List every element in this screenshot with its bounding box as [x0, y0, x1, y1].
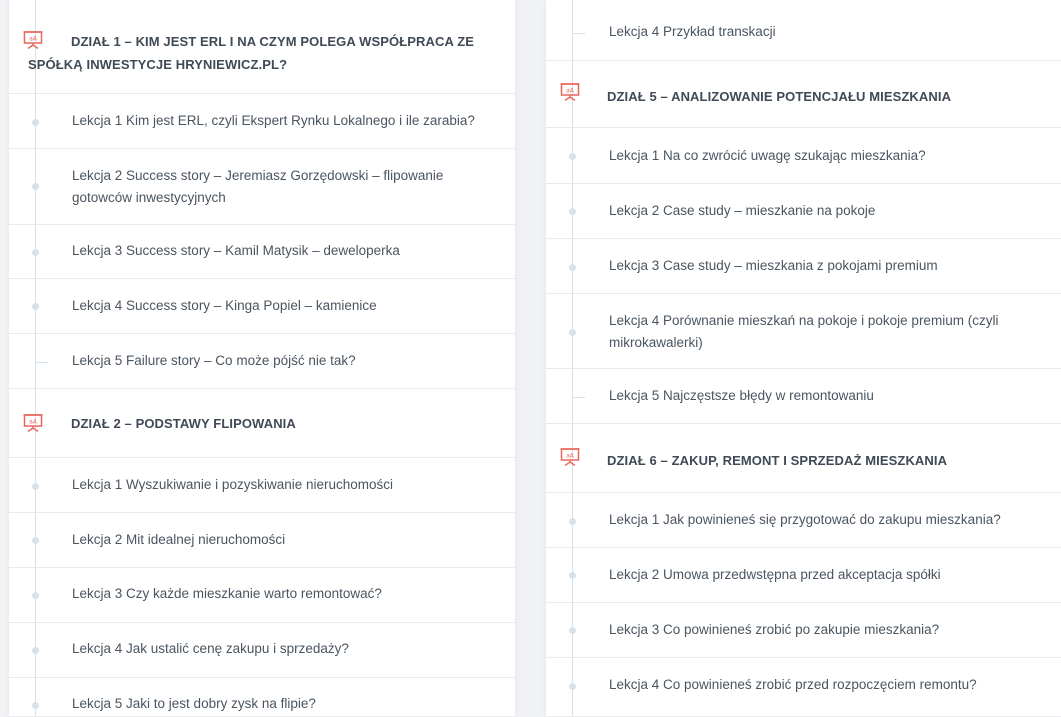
lesson-item[interactable]: Lekcja 5 Najczęstsze błędy w remontowani… [546, 368, 1061, 424]
tree-dot [32, 537, 39, 544]
tree-dot [569, 518, 576, 525]
tree-dot [569, 208, 576, 215]
lesson-label: Lekcja 5 Failure story – Co może pójść n… [72, 353, 356, 368]
lesson-label: Lekcja 4 Przykład transkacji [609, 24, 776, 39]
lesson-item[interactable]: Lekcja 3 Case study – mieszkania z pokoj… [546, 238, 1061, 294]
tree-dot [569, 683, 576, 690]
lesson-item[interactable]: Lekcja 3 Success story – Kamil Matysik –… [9, 224, 515, 279]
tree-dot [569, 627, 576, 634]
tree-dot [569, 153, 576, 160]
lesson-item[interactable]: Lekcja 4 Porównanie mieszkań na pokoje i… [546, 293, 1061, 369]
tree-dot [32, 183, 39, 190]
tree-dot [32, 119, 39, 126]
lesson-item[interactable]: Lekcja 2 Case study – mieszkanie na poko… [546, 183, 1061, 239]
lesson-label: Lekcja 2 Case study – mieszkanie na poko… [609, 203, 876, 218]
lesson-label: Lekcja 2 Mit idealnej nieruchomości [72, 532, 286, 547]
tree-dot [569, 329, 576, 336]
lesson-item[interactable]: Lekcja 1 Na co zwrócić uwagę szukając mi… [546, 127, 1061, 184]
lesson-label: Lekcja 3 Czy każde mieszkanie warto remo… [72, 586, 382, 601]
lesson-label: Lekcja 5 Najczęstsze błędy w remontowani… [609, 388, 874, 403]
lesson-label: Lekcja 5 Jaki to jest dobry zysk na flip… [72, 696, 316, 711]
tree-dot [32, 647, 39, 654]
lesson-label: Lekcja 4 Co powinieneś zrobić przed rozp… [609, 677, 977, 692]
section-header-5[interactable]: DZIAŁ 5 – ANALIZOWANIE POTENCJAŁU MIESZK… [546, 60, 1061, 128]
lesson-label: Lekcja 1 Jak powinieneś się przygotować … [609, 512, 1001, 527]
tree-elbow [572, 389, 585, 398]
lesson-item[interactable]: Lekcja 1 Wyszukiwanie i pozyskiwanie nie… [9, 457, 515, 513]
section-header-1[interactable]: DZIAŁ 1 – KIM JEST ERL I NA CZYM POLEGA … [9, 30, 515, 90]
lesson-item[interactable]: Lekcja 4 Przykład transkacji [546, 0, 1061, 60]
curriculum-column-right: Lekcja 4 Przykład transkacji DZIAŁ 5 – A… [546, 0, 1061, 716]
presentation-board-icon [560, 448, 580, 466]
tree-elbow [572, 25, 585, 34]
lesson-item[interactable]: Lekcja 4 Co powinieneś zrobić przed rozp… [546, 657, 1061, 717]
tree-dot [32, 592, 39, 599]
lesson-label: Lekcja 1 Kim jest ERL, czyli Ekspert Ryn… [72, 113, 475, 128]
tree-dot [32, 702, 39, 709]
tree-dot [569, 572, 576, 579]
lesson-label: Lekcja 2 Umowa przedwstępna przed akcept… [609, 567, 941, 582]
lesson-item[interactable]: Lekcja 5 Jaki to jest dobry zysk na flip… [9, 677, 515, 717]
lesson-item[interactable]: Lekcja 3 Czy każde mieszkanie warto remo… [9, 567, 515, 623]
lesson-item[interactable]: Lekcja 1 Jak powinieneś się przygotować … [546, 492, 1061, 548]
section-header-6[interactable]: DZIAŁ 6 – ZAKUP, REMONT I SPRZEDAŻ MIESZ… [546, 423, 1061, 493]
section-header-2[interactable]: DZIAŁ 2 – PODSTAWY FLIPOWANIA [9, 388, 515, 457]
lesson-label: Lekcja 1 Wyszukiwanie i pozyskiwanie nie… [72, 477, 394, 492]
lesson-label: Lekcja 4 Success story – Kinga Popiel – … [72, 298, 377, 313]
presentation-board-icon [23, 31, 43, 49]
lesson-label: Lekcja 3 Case study – mieszkania z pokoj… [609, 258, 938, 273]
lesson-item[interactable]: Lekcja 5 Failure story – Co może pójść n… [9, 333, 515, 389]
tree-dot [32, 303, 39, 310]
curriculum-column-left: DZIAŁ 1 – KIM JEST ERL I NA CZYM POLEGA … [9, 0, 515, 716]
lesson-item[interactable]: Lekcja 2 Mit idealnej nieruchomości [9, 512, 515, 568]
tree-dot [32, 483, 39, 490]
lesson-item[interactable]: Lekcja 2 Umowa przedwstępna przed akcept… [546, 547, 1061, 603]
tree-dot [569, 264, 576, 271]
lesson-label: Lekcja 4 Jak ustalić cenę zakupu i sprze… [72, 641, 349, 656]
lesson-item[interactable]: Lekcja 4 Jak ustalić cenę zakupu i sprze… [9, 622, 515, 678]
section-title: DZIAŁ 1 – KIM JEST ERL I NA CZYM POLEGA … [28, 34, 475, 72]
lesson-label: Lekcja 3 Success story – Kamil Matysik –… [72, 243, 400, 258]
lesson-label: Lekcja 3 Co powinieneś zrobić po zakupie… [609, 622, 940, 637]
section-title: DZIAŁ 5 – ANALIZOWANIE POTENCJAŁU MIESZK… [607, 89, 952, 104]
tree-dot [32, 249, 39, 256]
presentation-board-icon [560, 83, 580, 101]
lesson-item[interactable]: Lekcja 3 Co powinieneś zrobić po zakupie… [546, 602, 1061, 658]
lesson-label: Lekcja 1 Na co zwrócić uwagę szukając mi… [609, 148, 926, 163]
section-title: DZIAŁ 2 – PODSTAWY FLIPOWANIA [71, 416, 296, 431]
lesson-item[interactable]: Lekcja 2 Success story – Jeremiasz Gorzę… [9, 148, 515, 225]
lesson-item[interactable]: Lekcja 1 Kim jest ERL, czyli Ekspert Ryn… [9, 93, 515, 149]
tree-elbow [35, 354, 48, 363]
presentation-board-icon [23, 414, 43, 432]
lesson-label: Lekcja 2 Success story – Jeremiasz Gorzę… [72, 168, 444, 205]
lesson-item[interactable]: Lekcja 4 Success story – Kinga Popiel – … [9, 278, 515, 334]
lesson-label: Lekcja 4 Porównanie mieszkań na pokoje i… [609, 313, 999, 350]
section-title: DZIAŁ 6 – ZAKUP, REMONT I SPRZEDAŻ MIESZ… [607, 453, 948, 468]
